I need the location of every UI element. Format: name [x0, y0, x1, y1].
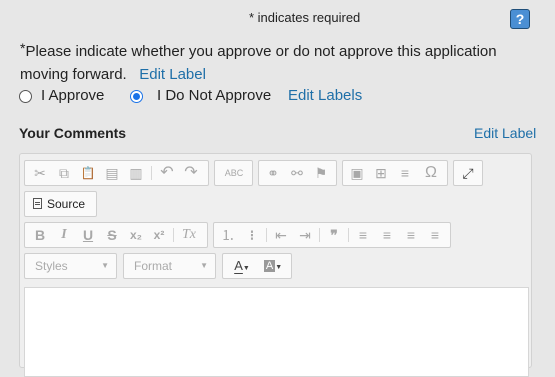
chevron-down-icon: ▼ [200, 261, 208, 270]
comments-title: Your Comments [19, 125, 127, 141]
source-label[interactable]: Source [47, 197, 85, 211]
horizontal-line-icon[interactable]: ≡ [395, 161, 415, 185]
bold-icon[interactable]: B [31, 223, 49, 247]
source-button[interactable]: Source [33, 192, 93, 216]
approve-label[interactable]: I Approve [41, 87, 104, 104]
background-color-icon: A [263, 260, 276, 272]
text-color-button[interactable]: A▼ [229, 254, 255, 278]
separator [319, 228, 320, 242]
superscript-icon[interactable]: x² [149, 223, 169, 247]
special-character-icon[interactable]: Ω [421, 161, 441, 185]
comments-edit-label-link[interactable]: Edit Label [474, 125, 536, 141]
justify-icon[interactable]: ≡ [425, 223, 445, 247]
anchor-icon[interactable]: ⚑ [311, 161, 331, 185]
source-icon [33, 198, 42, 209]
bulleted-list-icon[interactable]: ⁝ [242, 223, 262, 247]
maximize-icon[interactable]: ⤢ [458, 161, 478, 185]
chevron-down-icon: ▼ [101, 261, 109, 270]
redo-icon[interactable]: ↷ [181, 161, 201, 185]
subscript-icon[interactable]: x₂ [126, 223, 146, 247]
edit-labels-link[interactable]: Edit Labels [288, 87, 362, 104]
image-icon[interactable]: ▣ [347, 161, 367, 185]
text-color-icon: A [234, 258, 243, 273]
styles-dropdown[interactable]: Styles ▼ [24, 253, 117, 279]
color-toolbar-group: A▼ A ▼ [222, 253, 292, 279]
separator [173, 228, 174, 242]
chevron-down-icon: ▼ [275, 264, 283, 271]
maximize-toolbar-group: ⤢ [453, 160, 483, 186]
not-approve-radio[interactable] [130, 90, 143, 103]
unlink-icon[interactable]: ⚯ [287, 161, 307, 185]
underline-icon[interactable]: U [79, 223, 97, 247]
source-toolbar-group: Source [24, 191, 97, 217]
insert-toolbar-group: ▣ ⊞ ≡ Ω [342, 160, 448, 186]
approve-radio[interactable] [19, 90, 32, 103]
rich-text-editor: ✂ ⧉ 📋 ▤ ▥ ↶ ↷ ABC ⚭ ⚯ ⚑ ▣ ⊞ ≡ Ω ⤢ Source… [19, 153, 532, 377]
background-color-button[interactable]: A ▼ [259, 254, 287, 278]
paste-from-word-icon[interactable]: ▥ [127, 161, 145, 185]
approve-option[interactable]: I Approve [19, 87, 104, 105]
separator [266, 228, 267, 242]
outdent-icon[interactable]: ⇤ [271, 223, 291, 247]
required-star: * [20, 40, 26, 56]
cut-icon[interactable]: ✂ [31, 161, 49, 185]
copy-icon[interactable]: ⧉ [55, 161, 73, 185]
remove-format-icon[interactable]: Tx [178, 223, 200, 247]
help-button[interactable]: ? [510, 9, 530, 29]
paste-text-icon[interactable]: ▤ [103, 161, 121, 185]
not-approve-option[interactable]: I Do Not Approve [130, 87, 271, 105]
styles-combo[interactable]: Styles ▼ [25, 254, 116, 278]
align-left-icon[interactable]: ≡ [353, 223, 373, 247]
comments-text-area[interactable] [24, 287, 529, 377]
link-toolbar-group: ⚭ ⚯ ⚑ [258, 160, 337, 186]
clipboard-toolbar-group: ✂ ⧉ 📋 ▤ ▥ ↶ ↷ [24, 160, 209, 186]
align-center-icon[interactable]: ≡ [377, 223, 397, 247]
indent-icon[interactable]: ⇥ [295, 223, 315, 247]
undo-icon[interactable]: ↶ [157, 161, 177, 185]
paste-icon[interactable]: 📋 [79, 161, 97, 185]
format-combo[interactable]: Format ▼ [124, 254, 215, 278]
styles-placeholder: Styles [35, 259, 68, 273]
numbered-list-icon[interactable]: ⒈ [218, 223, 238, 247]
chevron-down-icon: ▼ [242, 265, 250, 272]
not-approve-label[interactable]: I Do Not Approve [157, 87, 271, 104]
required-note: * indicates required [249, 10, 361, 25]
format-dropdown[interactable]: Format ▼ [123, 253, 216, 279]
separator [151, 166, 152, 180]
basic-style-toolbar-group: B I U S x₂ x² Tx [24, 222, 208, 248]
edit-label-link[interactable]: Edit Label [139, 66, 206, 83]
link-icon[interactable]: ⚭ [263, 161, 283, 185]
question-text: Please indicate whether you approve or d… [20, 43, 497, 83]
spellcheck-icon[interactable]: ABC [218, 161, 250, 185]
header-bar: * indicates required ? [0, 0, 555, 34]
align-right-icon[interactable]: ≡ [401, 223, 421, 247]
approval-question: *Please indicate whether you approve or … [20, 40, 540, 86]
blockquote-icon[interactable]: ❞ [324, 223, 344, 247]
table-icon[interactable]: ⊞ [371, 161, 391, 185]
paragraph-toolbar-group: ⒈ ⁝ ⇤ ⇥ ❞ ≡ ≡ ≡ ≡ [213, 222, 451, 248]
format-placeholder: Format [134, 259, 173, 273]
strikethrough-icon[interactable]: S [103, 223, 121, 247]
separator [348, 228, 349, 242]
spellcheck-toolbar-group: ABC [214, 160, 253, 186]
italic-icon[interactable]: I [55, 223, 73, 247]
